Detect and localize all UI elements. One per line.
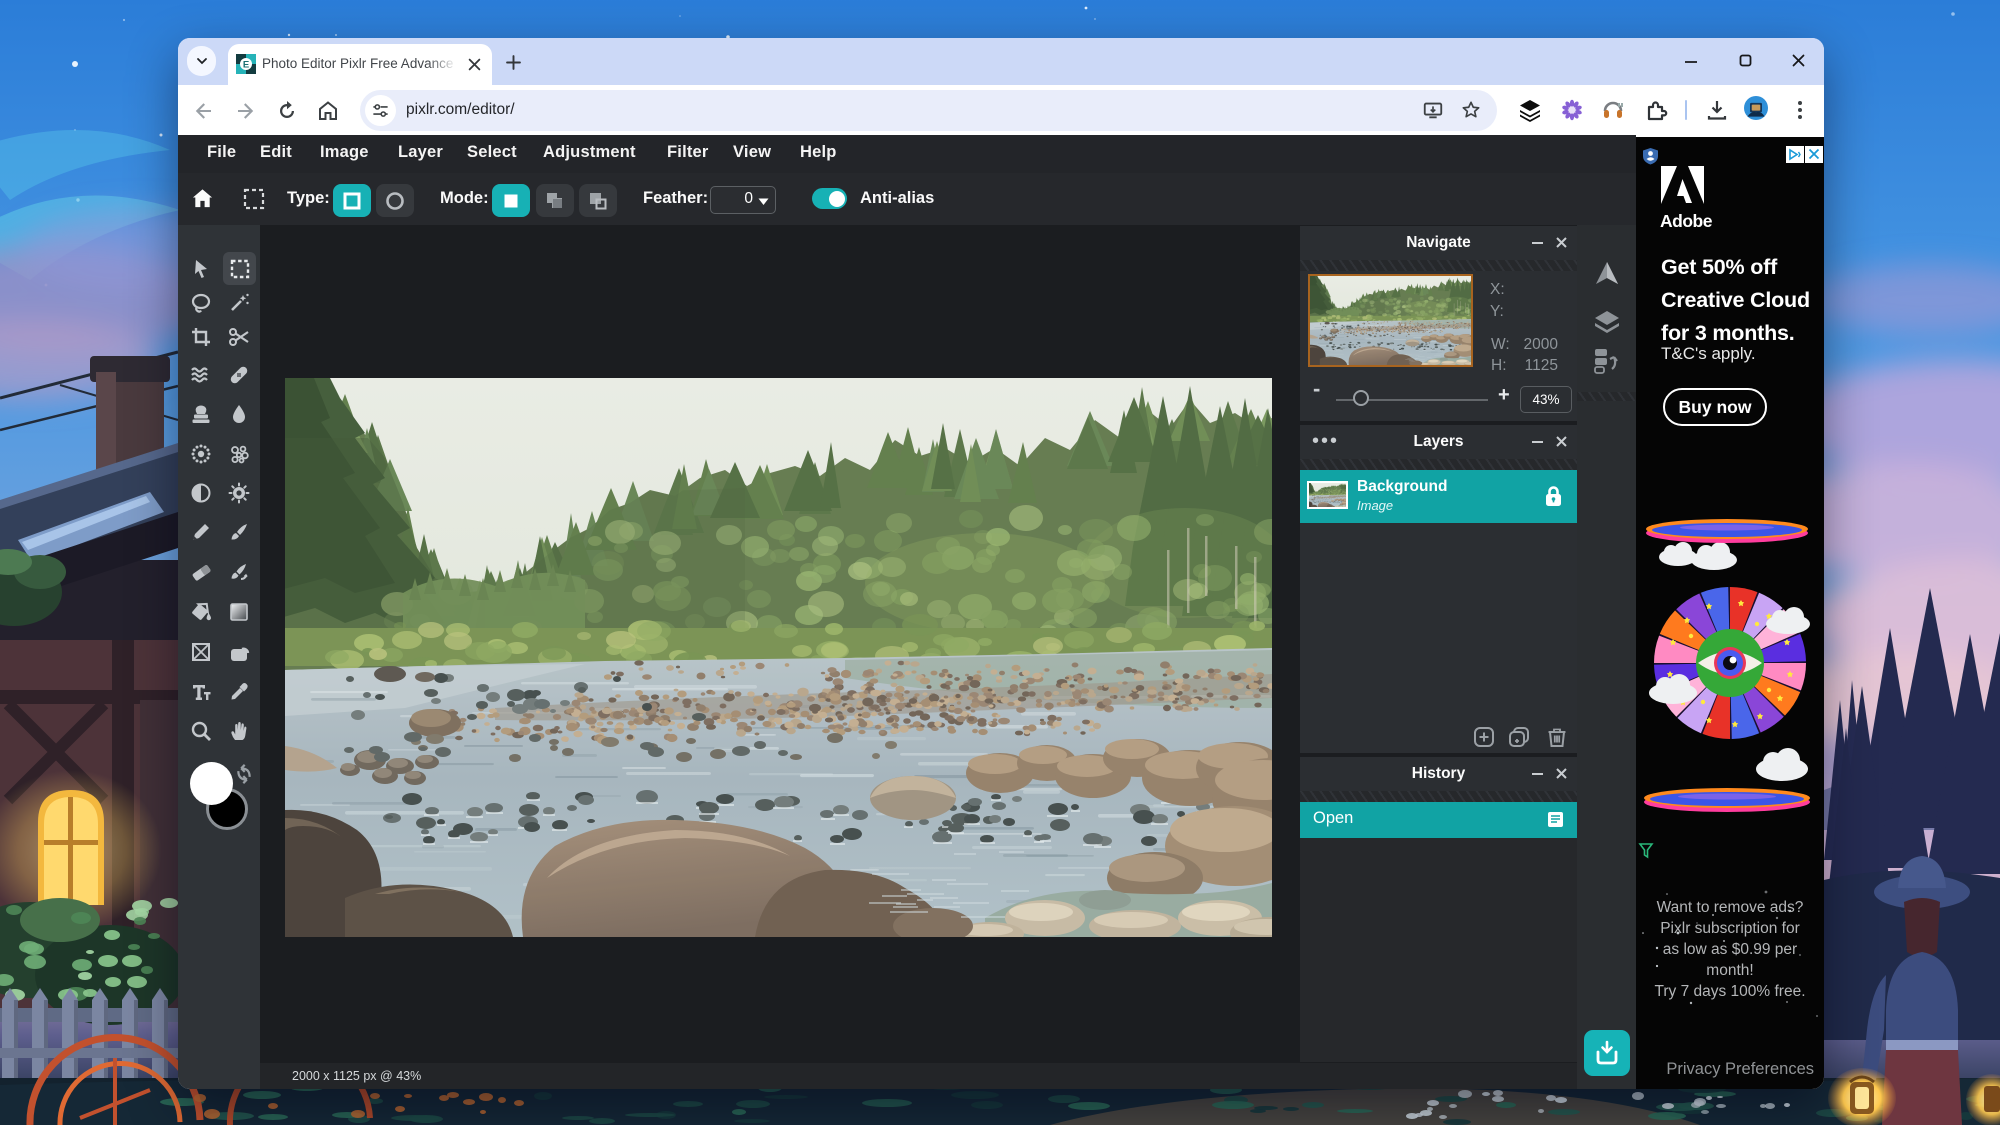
svg-text:E: E: [243, 59, 249, 70]
